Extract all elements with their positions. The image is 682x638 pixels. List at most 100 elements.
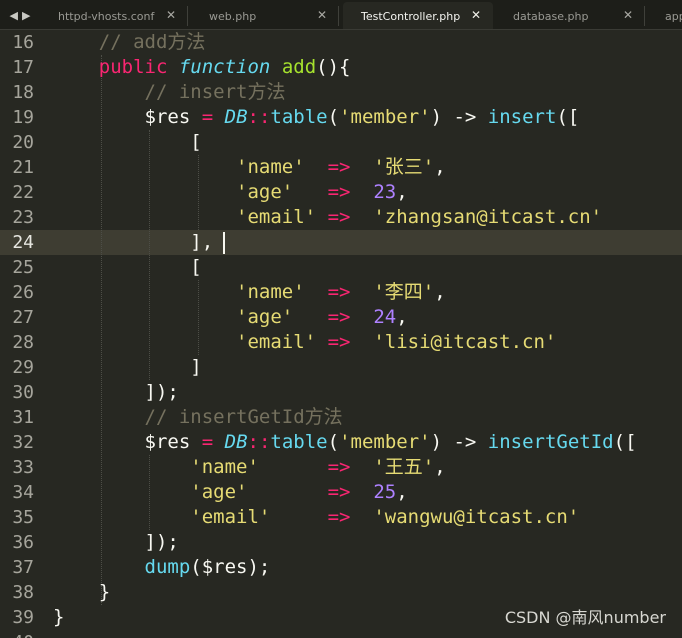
code-text: 'age' => 25,	[53, 480, 407, 505]
code-token: =>	[327, 281, 351, 303]
code-token: ,	[434, 156, 446, 178]
code-text: dump($res);	[53, 555, 271, 580]
code-line: 24 ],	[0, 230, 682, 255]
tab-divider	[338, 6, 339, 26]
code-token: insert	[487, 106, 557, 128]
line-number: 22	[12, 182, 34, 203]
code-text: 'age' => 23,	[53, 180, 408, 205]
code-line: 26 'name' => '李四',	[0, 280, 682, 305]
code-text: $res = DB::table('member') -> insertGetI…	[53, 430, 637, 455]
code-line: 18 // insert方法	[0, 80, 682, 105]
tab-database-php[interactable]: database.php ✕	[495, 2, 645, 29]
code-token: ::	[247, 431, 271, 453]
line-number: 36	[12, 532, 34, 553]
nav-forward-icon[interactable]: ▶	[22, 9, 30, 22]
close-icon[interactable]: ✕	[166, 8, 176, 22]
code-token: 'member'	[339, 431, 431, 453]
code-line: 30 ]);	[0, 380, 682, 405]
code-text: // insertGetId方法	[53, 405, 343, 430]
close-icon[interactable]: ✕	[317, 8, 327, 22]
tab-app[interactable]: app	[647, 2, 682, 29]
close-icon[interactable]: ✕	[471, 8, 481, 22]
code-line: 35 'email' => 'wangwu@itcast.cn'	[0, 505, 682, 530]
line-number: 24	[12, 232, 34, 253]
line-number: 21	[12, 157, 34, 178]
code-line: 32 $res = DB::table('member') -> insertG…	[0, 430, 682, 455]
code-token: function	[178, 56, 271, 78]
code-editor[interactable]: 16 // add方法 17 public function add(){18 /…	[0, 30, 682, 638]
code-token: =	[201, 431, 214, 453]
code-line: 31 // insertGetId方法	[0, 405, 682, 430]
code-text: ]);	[53, 380, 179, 405]
line-number: 27	[12, 307, 34, 328]
code-token: ]	[53, 356, 202, 378]
code-token: ],	[53, 231, 214, 253]
code-token: =>	[327, 331, 351, 353]
tab-label: web.php	[209, 9, 257, 23]
tab-testcontroller-php[interactable]: TestController.php ✕	[343, 2, 493, 29]
tab-web-php[interactable]: web.php ✕	[191, 2, 339, 29]
code-token: $res	[144, 106, 191, 128]
code-token: ,	[396, 181, 408, 203]
code-token: public	[98, 56, 168, 78]
code-line: 37 dump($res);	[0, 555, 682, 580]
code-token: ) ->	[430, 106, 488, 128]
nav-back-icon[interactable]: ◀	[10, 9, 18, 22]
code-token: ,	[434, 456, 446, 478]
code-line: 17 public function add(){	[0, 55, 682, 80]
code-text: 'name' => '张三',	[53, 155, 446, 180]
code-text: ]	[53, 355, 202, 380]
code-token: // insertGetId方法	[53, 406, 343, 428]
code-text: }	[53, 605, 64, 630]
code-token: 25	[373, 481, 397, 503]
code-token: 'email'	[190, 506, 271, 528]
code-token: [	[53, 131, 202, 153]
code-text: ]);	[53, 530, 179, 555]
code-text: [	[53, 130, 202, 155]
code-token: DB	[224, 431, 248, 453]
code-token: 'email'	[236, 331, 317, 353]
tab-label: database.php	[513, 9, 589, 23]
line-number: 37	[12, 557, 34, 578]
code-token: dump	[144, 556, 191, 578]
code-token: ([	[613, 431, 637, 453]
code-token: 'member'	[339, 106, 431, 128]
line-number: 40	[0, 630, 34, 638]
tab-bar: ◀ ▶ httpd-vhosts.conf ✕ web.php ✕ TestCo…	[0, 0, 682, 30]
code-text: // add方法	[53, 30, 206, 55]
watermark: CSDN @南风number	[504, 608, 666, 627]
line-number: 28	[12, 332, 34, 353]
code-token: =	[201, 106, 214, 128]
tab-httpd-vhosts[interactable]: httpd-vhosts.conf ✕	[40, 2, 188, 29]
text-cursor	[222, 232, 225, 254]
code-line: 36 ]);	[0, 530, 682, 555]
code-token: 24	[373, 306, 397, 328]
line-number: 17	[12, 57, 34, 78]
code-line: 28 'email' => 'lisi@itcast.cn'	[0, 330, 682, 355]
code-token: =>	[327, 156, 351, 178]
close-icon[interactable]: ✕	[623, 8, 633, 22]
code-text: // insert方法	[53, 80, 286, 105]
line-number: 30	[12, 382, 34, 403]
code-token: }	[53, 581, 111, 603]
line-number: 23	[12, 207, 34, 228]
code-line: 29 ]	[0, 355, 682, 380]
